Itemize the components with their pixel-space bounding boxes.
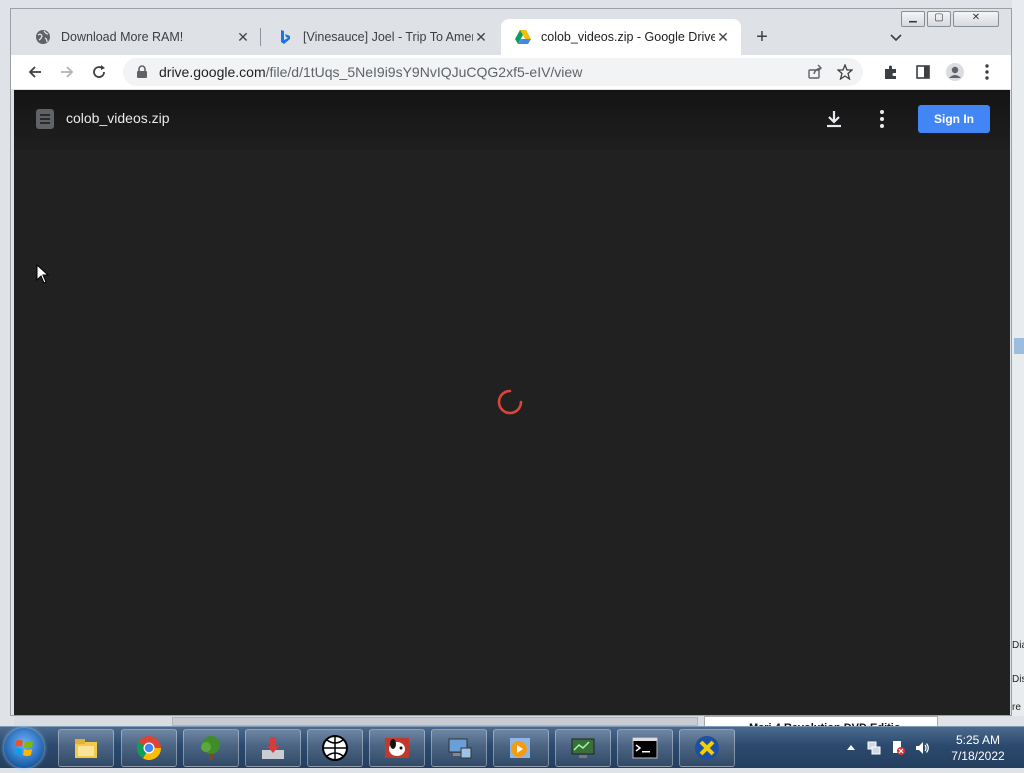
reload-icon (93, 65, 105, 78)
google-drive-icon (515, 30, 531, 44)
browser-window: ▁ ▢ ✕ Download More RAM! ✕ [Vinesauce] J… (10, 8, 1012, 716)
system-tray: 5:25 AM 7/18/2022 (842, 727, 1024, 769)
new-tab-button[interactable]: + (751, 27, 773, 49)
viewer-header: colob_videos.zip Sign In (14, 90, 1010, 150)
cmd-icon (632, 737, 658, 759)
desktop-side-text: Dis (1012, 674, 1024, 685)
forward-button[interactable] (55, 60, 79, 84)
taskbar-tree-app[interactable] (183, 729, 239, 767)
network-status-icon[interactable] (866, 740, 882, 756)
download-icon (827, 111, 841, 128)
close-tab-icon[interactable]: ✕ (715, 29, 731, 46)
desktop-selection (1014, 338, 1024, 354)
extensions-button[interactable] (879, 60, 903, 84)
browser-menu-button[interactable] (975, 60, 999, 84)
kebab-menu-icon (880, 110, 884, 128)
installer-icon (262, 737, 284, 759)
url-text: drive.google.com/file/d/1tUqs_5NeI9i9sY9… (159, 64, 803, 80)
volume-icon[interactable] (914, 740, 930, 756)
lock-icon (137, 65, 147, 78)
archive-file-icon (36, 109, 54, 129)
clock-date[interactable]: 7/18/2022 (938, 749, 1018, 763)
globe-icon (36, 30, 50, 44)
taskbar-monitor-app[interactable] (555, 729, 611, 767)
tab-download-more-ram[interactable]: Download More RAM! ✕ (21, 19, 261, 55)
taskbar: 5:25 AM 7/18/2022 (0, 726, 1024, 768)
kebab-menu-icon (985, 64, 989, 80)
url-path: /file/d/1tUqs_5NeI9i9sY9NvIQJuCQG2xf5-eI… (265, 64, 583, 80)
taskbar-explorer[interactable] (58, 729, 114, 767)
tab-search-button[interactable] (885, 27, 907, 49)
taskbar-network-app[interactable] (431, 729, 487, 767)
taskbar-globe-app[interactable] (307, 729, 363, 767)
sign-in-button[interactable]: Sign In (918, 105, 990, 133)
show-hidden-icons-icon[interactable] (846, 743, 856, 751)
loading-spinner-icon (497, 389, 523, 415)
desktop-side-text: re (1012, 702, 1021, 713)
avatar-icon (946, 63, 964, 81)
taskbar-x-app[interactable] (679, 729, 735, 767)
back-button[interactable] (23, 60, 47, 84)
action-center-icon[interactable] (890, 740, 906, 756)
taskbar-snoopy-app[interactable] (369, 729, 425, 767)
taskbar-media-player[interactable] (493, 729, 549, 767)
windows-logo-icon (14, 740, 33, 756)
browser-toolbar: drive.google.com/file/d/1tUqs_5NeI9i9sY9… (11, 55, 1011, 89)
drive-file-viewer: colob_videos.zip Sign In (14, 90, 1010, 715)
tab-vinesauce[interactable]: [Vinesauce] Joel - Trip To America ✕ (263, 19, 499, 55)
close-tab-icon[interactable]: ✕ (473, 29, 489, 46)
taskbar-chrome[interactable] (121, 729, 177, 767)
star-icon (837, 64, 853, 80)
desktop-side-text: Dia (1012, 640, 1024, 651)
network-icon (448, 738, 472, 759)
tab-google-drive[interactable]: colob_videos.zip - Google Drive ✕ (501, 19, 741, 55)
puzzle-icon (885, 65, 896, 79)
close-tab-icon[interactable]: ✕ (235, 29, 251, 46)
x-app-icon (695, 736, 719, 760)
globe-net-icon (322, 735, 348, 761)
url-host: drive.google.com (159, 64, 266, 80)
back-arrow-icon (28, 66, 41, 78)
chrome-icon (136, 736, 161, 761)
tab-title: [Vinesauce] Joel - Trip To America (303, 30, 473, 44)
mouse-cursor-icon (36, 264, 50, 284)
monitor-icon (571, 738, 595, 758)
tab-title: Download More RAM! (61, 30, 184, 44)
side-panel-icon (916, 65, 930, 79)
more-actions-button[interactable] (870, 107, 894, 131)
chevron-down-icon (890, 34, 902, 42)
tree-icon (201, 736, 220, 760)
reload-button[interactable] (87, 60, 111, 84)
clock-time[interactable]: 5:25 AM (938, 733, 1018, 747)
address-bar[interactable]: drive.google.com/file/d/1tUqs_5NeI9i9sY9… (123, 58, 863, 86)
side-panel-button[interactable] (911, 60, 935, 84)
share-button[interactable] (803, 60, 827, 84)
explorer-icon (75, 739, 97, 758)
media-player-icon (510, 738, 530, 758)
bookmark-button[interactable] (833, 60, 857, 84)
start-button[interactable] (4, 728, 44, 768)
download-button[interactable] (822, 107, 846, 131)
desktop-side-strip: Dia Dis re (1012, 0, 1024, 716)
bing-icon (281, 30, 290, 44)
taskbar-installer[interactable] (245, 729, 301, 767)
profile-button[interactable] (943, 60, 967, 84)
share-icon (808, 64, 822, 79)
taskbar-command-prompt[interactable] (617, 729, 673, 767)
forward-arrow-icon (61, 66, 74, 78)
file-name: colob_videos.zip (66, 110, 170, 126)
tab-title: colob_videos.zip - Google Drive (541, 30, 715, 44)
snoopy-icon (385, 738, 409, 758)
tab-strip: Download More RAM! ✕ [Vinesauce] Joel - … (11, 19, 1011, 55)
